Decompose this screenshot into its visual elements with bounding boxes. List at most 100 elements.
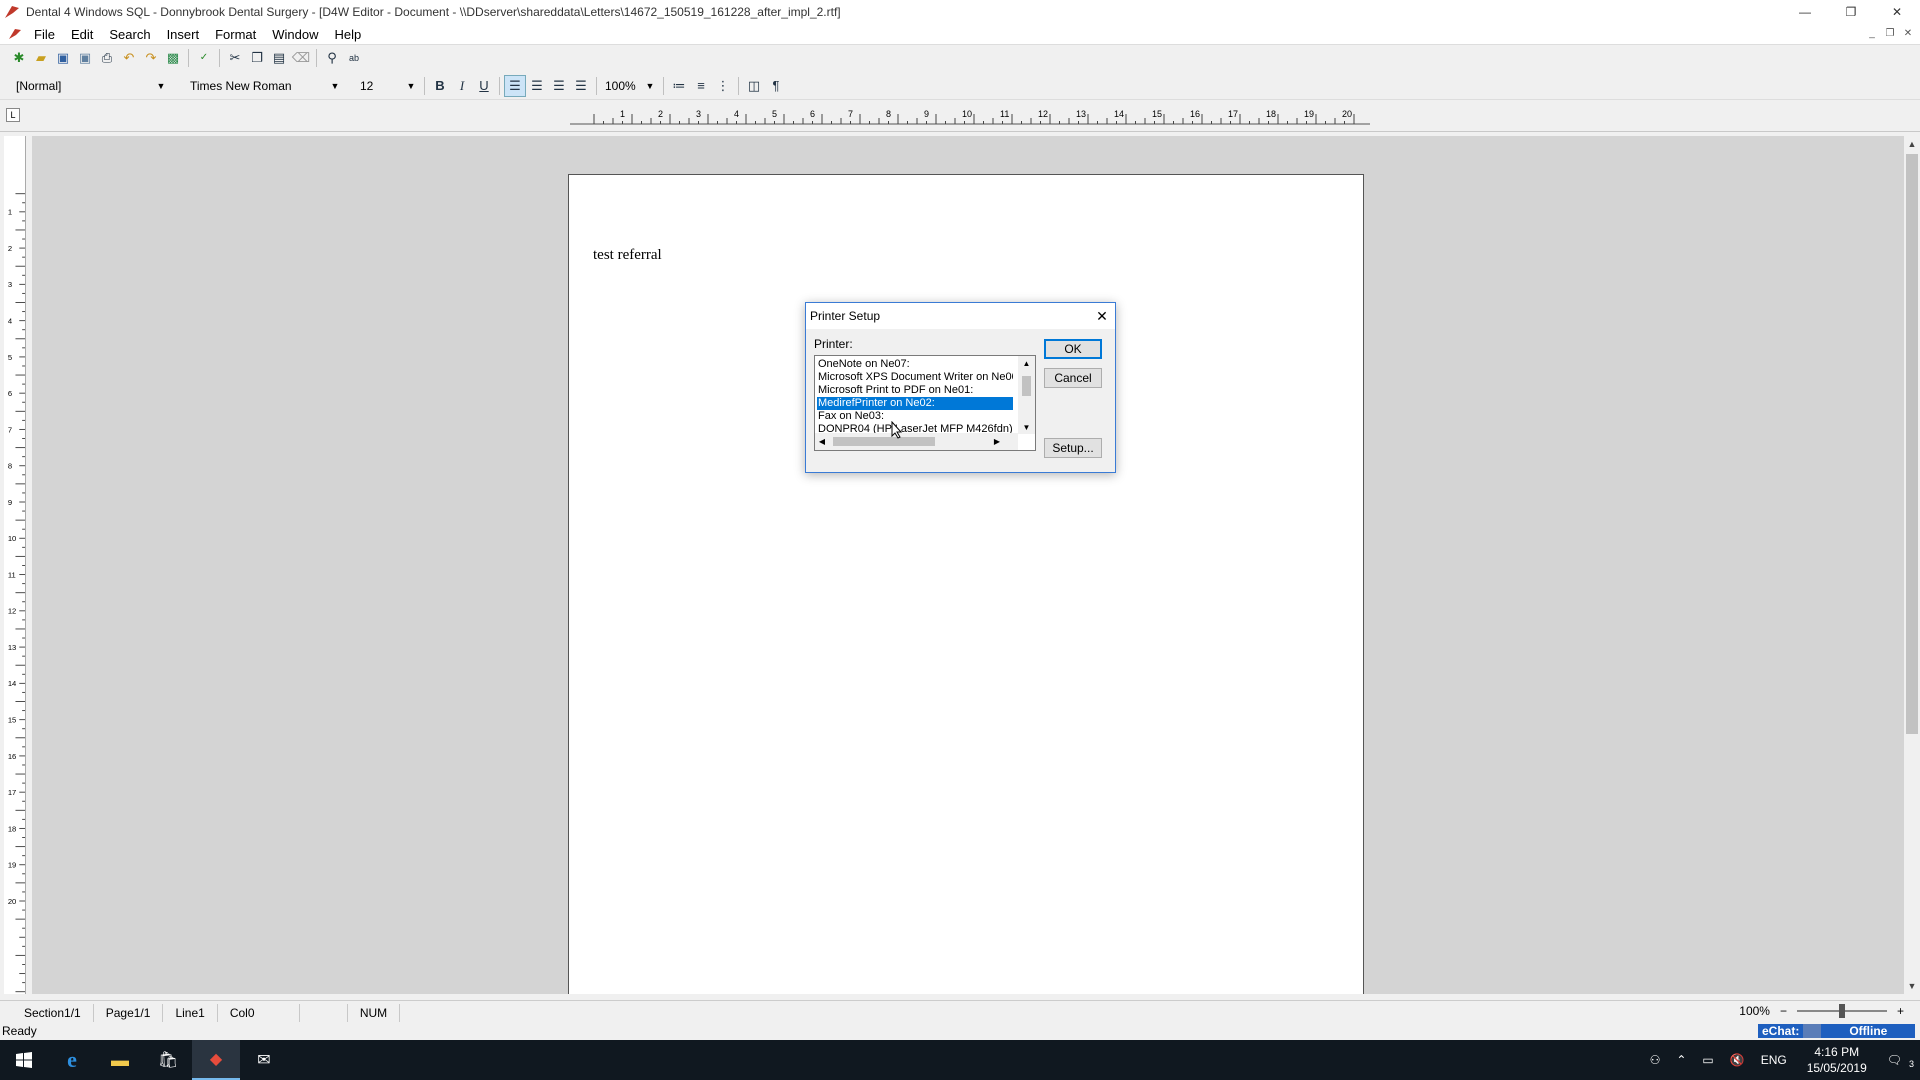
- restore-button[interactable]: ❐: [1828, 0, 1874, 24]
- volume-muted-icon[interactable]: 🔇: [1722, 1053, 1753, 1067]
- tab-selector[interactable]: L: [6, 108, 20, 122]
- taskbar-mail[interactable]: ✉: [240, 1040, 288, 1080]
- horizontal-ruler[interactable]: 1 2 3 4 5 6 7 8 9 10 11 12 13 14 15 16 17 18 19 20: [570, 108, 1370, 128]
- menu-window[interactable]: Window: [264, 27, 326, 42]
- menu-file[interactable]: File: [26, 27, 63, 42]
- scroll-left-icon[interactable]: ◀: [815, 433, 829, 450]
- taskbar-explorer[interactable]: ▬: [96, 1040, 144, 1080]
- bold-button[interactable]: B: [429, 75, 451, 97]
- align-right-icon: ☰: [553, 77, 565, 93]
- language-indicator[interactable]: ENG: [1753, 1053, 1795, 1067]
- new-button[interactable]: ✱: [8, 47, 30, 69]
- printer-label: Printer:: [814, 337, 853, 351]
- multilevel-list-button[interactable]: ⋮: [712, 75, 734, 97]
- printer-list-item[interactable]: MedirefPrinter on Ne02:: [817, 397, 1013, 410]
- menu-format[interactable]: Format: [207, 27, 264, 42]
- save-as-button[interactable]: ▣: [74, 47, 96, 69]
- setup-button[interactable]: Setup...: [1044, 438, 1102, 458]
- printer-list-item[interactable]: Microsoft XPS Document Writer on Ne00: [817, 371, 1013, 384]
- zoom-out-icon[interactable]: −: [1780, 1004, 1787, 1018]
- italic-button[interactable]: I: [451, 75, 473, 97]
- listbox-vertical-scrollbar[interactable]: ▲ ▼: [1018, 356, 1035, 434]
- printer-list-item[interactable]: Microsoft Print to PDF on Ne01:: [817, 384, 1013, 397]
- zoom-slider[interactable]: [1796, 1004, 1887, 1018]
- underline-button[interactable]: U: [473, 75, 495, 97]
- open-button[interactable]: ▰: [30, 47, 52, 69]
- doc-close-button[interactable]: ✕: [1900, 26, 1916, 40]
- chevron-down-icon[interactable]: ▼: [643, 78, 657, 94]
- minimize-button[interactable]: —: [1782, 0, 1828, 24]
- vertical-scrollbar[interactable]: ▲ ▼: [1904, 136, 1920, 994]
- scroll-right-icon[interactable]: ▶: [990, 433, 1004, 450]
- ruler-label: 15: [1152, 109, 1162, 119]
- doc-minimize-button[interactable]: _: [1864, 26, 1880, 40]
- ruler-label: 12: [1038, 109, 1048, 119]
- chevron-down-icon[interactable]: ▼: [404, 78, 418, 94]
- scroll-up-icon[interactable]: ▲: [1904, 136, 1920, 152]
- spellcheck-button[interactable]: ✓: [193, 47, 215, 69]
- justify-button[interactable]: ☰: [570, 75, 592, 97]
- start-button[interactable]: [0, 1040, 48, 1080]
- font-size-combo[interactable]: 12 ▼: [356, 75, 420, 96]
- clock[interactable]: 4:16 PM 15/05/2019: [1795, 1044, 1879, 1076]
- doc-restore-button[interactable]: ❐: [1882, 26, 1898, 40]
- printer-list-item[interactable]: Fax on Ne03:: [817, 410, 1013, 423]
- printer-list-item[interactable]: OneNote on Ne07:: [817, 358, 1013, 371]
- redo-button[interactable]: ↷: [140, 47, 162, 69]
- scroll-up-icon[interactable]: ▲: [1018, 356, 1035, 370]
- chevron-down-icon[interactable]: ▼: [154, 78, 168, 94]
- scroll-thumb[interactable]: [833, 437, 935, 446]
- people-icon[interactable]: ⚇: [1642, 1053, 1669, 1067]
- cut-button[interactable]: ✂: [224, 47, 246, 69]
- find-button[interactable]: ⚲: [321, 47, 343, 69]
- undo-button[interactable]: ↶: [118, 47, 140, 69]
- printer-listbox[interactable]: OneNote on Ne07: Microsoft XPS Document W…: [814, 355, 1036, 451]
- menu-help[interactable]: Help: [327, 27, 370, 42]
- align-center-button[interactable]: ☰: [526, 75, 548, 97]
- paste-button[interactable]: ▤: [268, 47, 290, 69]
- taskbar-store[interactable]: 🛍: [144, 1040, 192, 1080]
- scroll-down-icon[interactable]: ▼: [1904, 978, 1920, 994]
- windows-start-icon: [16, 1052, 32, 1068]
- zoom-slider-knob[interactable]: [1838, 1004, 1845, 1018]
- ok-button[interactable]: OK: [1044, 339, 1102, 359]
- network-icon[interactable]: ▭: [1694, 1053, 1721, 1067]
- menu-search[interactable]: Search: [101, 27, 158, 42]
- show-formatting-button[interactable]: ¶: [765, 75, 787, 97]
- echat-status[interactable]: eChat: Offline: [1758, 1024, 1916, 1038]
- dialog-close-button[interactable]: ✕: [1093, 307, 1111, 325]
- clear-format-button[interactable]: ⌫: [290, 47, 312, 69]
- style-combo[interactable]: [Normal] ▼: [12, 75, 170, 96]
- document-text[interactable]: test referral: [593, 247, 662, 264]
- document-icon[interactable]: [8, 27, 22, 41]
- copy-button[interactable]: ❐: [246, 47, 268, 69]
- listbox-horizontal-scrollbar[interactable]: ◀ ▶: [815, 433, 1018, 450]
- insert-image-button[interactable]: ▩: [162, 47, 184, 69]
- scroll-thumb[interactable]: [1906, 154, 1918, 734]
- chevron-down-icon[interactable]: ▼: [328, 78, 342, 94]
- menu-edit[interactable]: Edit: [63, 27, 101, 42]
- bullet-list-button[interactable]: ≡: [690, 75, 712, 97]
- frame-button[interactable]: ◫: [743, 75, 765, 97]
- document-page[interactable]: test referral: [568, 174, 1364, 994]
- taskbar-dental4windows[interactable]: ◆: [192, 1040, 240, 1080]
- cancel-button[interactable]: Cancel: [1044, 368, 1102, 388]
- notification-center-icon[interactable]: 🗨 3: [1879, 1053, 1920, 1069]
- print-button[interactable]: ⎙: [96, 47, 118, 69]
- replace-button[interactable]: ab: [343, 47, 365, 69]
- zoom-combo[interactable]: 100% ▼: [601, 75, 659, 96]
- scroll-down-icon[interactable]: ▼: [1018, 420, 1035, 434]
- align-left-button[interactable]: ☰: [504, 74, 526, 97]
- close-button[interactable]: ✕: [1874, 0, 1920, 24]
- scroll-thumb[interactable]: [1022, 376, 1031, 396]
- font-combo[interactable]: Times New Roman ▼: [186, 75, 344, 96]
- taskbar: e ▬ 🛍 ◆ ✉ ⚇ ⌃ ▭ 🔇 ENG 4:16 PM 15/05/2019…: [0, 1040, 1920, 1080]
- taskbar-edge[interactable]: e: [48, 1040, 96, 1080]
- zoom-in-icon[interactable]: +: [1897, 1004, 1904, 1018]
- chevron-up-icon[interactable]: ⌃: [1668, 1053, 1694, 1067]
- numbered-list-button[interactable]: ≔: [668, 75, 690, 97]
- menu-insert[interactable]: Insert: [159, 27, 208, 42]
- toolbar-separator: [188, 48, 189, 67]
- align-right-button[interactable]: ☰: [548, 75, 570, 97]
- save-button[interactable]: ▣: [52, 47, 74, 69]
